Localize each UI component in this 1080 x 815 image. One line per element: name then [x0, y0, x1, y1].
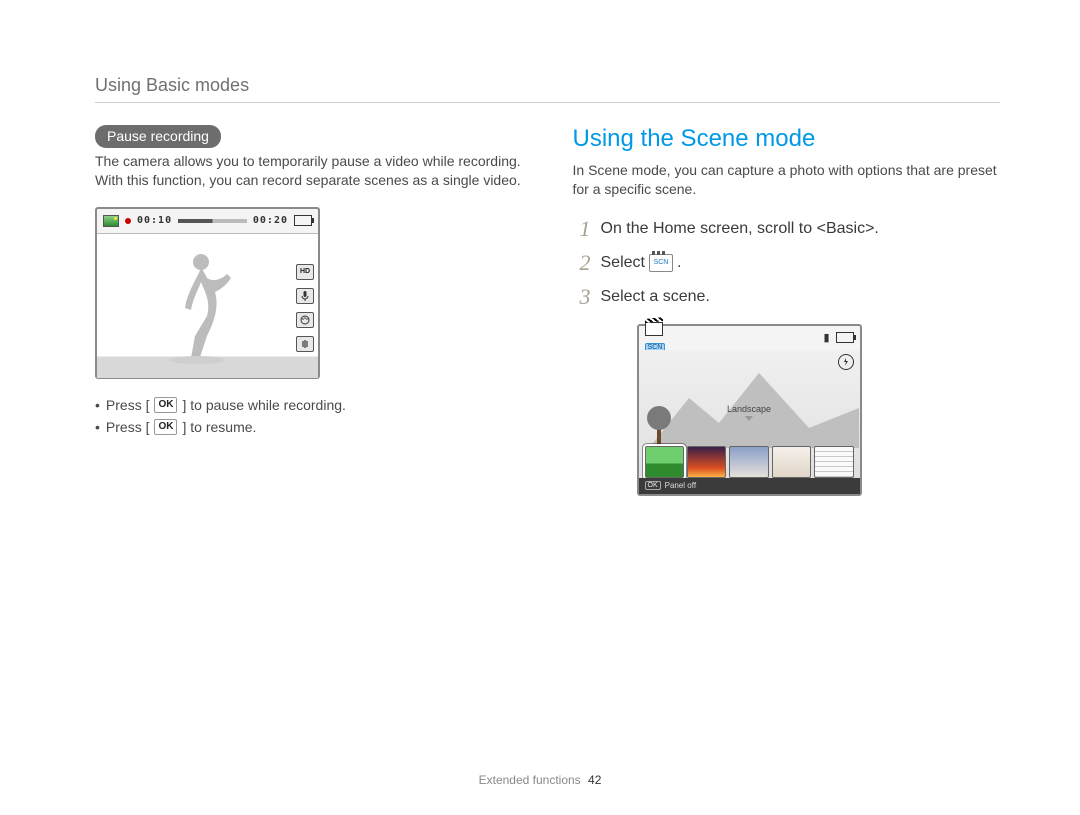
step-number: 3	[573, 284, 591, 310]
step-text: Select SCN .	[601, 254, 682, 272]
footer-section: Extended functions	[479, 773, 581, 787]
section-rubric: Using Basic modes	[95, 75, 1000, 96]
battery-icon	[294, 215, 312, 226]
step-text-pre: Select	[601, 254, 645, 272]
sound-off-icon: ▮	[823, 331, 829, 344]
bullet-text-post: ] to pause while recording.	[182, 397, 345, 413]
hd-icon: HD	[296, 264, 314, 280]
step-bold: <Basic>	[817, 220, 875, 237]
clapper-icon	[645, 322, 663, 336]
step-3: 3 Select a scene.	[573, 284, 1001, 310]
total-time: 00:20	[253, 215, 288, 226]
scene-mode-heading: Using the Scene mode	[573, 125, 1001, 153]
right-column: Using the Scene mode In Scene mode, you …	[573, 125, 1001, 496]
manual-page: Using Basic modes Pause recording The ca…	[0, 0, 1080, 815]
ok-hint-icon: OK	[645, 481, 661, 490]
thumb-sunset[interactable]	[687, 446, 726, 478]
step-text-post: .	[677, 254, 681, 272]
thumb-backlight[interactable]	[772, 446, 811, 478]
lcd-side-icons: HD	[296, 264, 314, 352]
step-2: 2 Select SCN .	[573, 250, 1001, 276]
lcd-preview-area: HD	[97, 233, 318, 378]
progress-bar	[178, 219, 247, 223]
lcd-preview-area: Landscape	[639, 350, 860, 478]
thumb-dawn[interactable]	[729, 446, 768, 478]
lcd-bottom-bar: OK Panel off	[639, 478, 860, 494]
page-footer: Extended functions 42	[0, 773, 1080, 787]
mic-icon	[296, 288, 314, 304]
pause-recording-description: The camera allows you to temporarily pau…	[95, 152, 523, 191]
bullet-text-post: ] to resume.	[182, 419, 256, 435]
recording-lcd-illustration: 00:10 00:20 HD	[95, 207, 320, 379]
bullet-text-pre: Press [	[95, 419, 149, 435]
scene-mode-steps: 1 On the Home screen, scroll to <Basic>.…	[573, 216, 1001, 310]
step-text-post: .	[874, 220, 878, 237]
ok-button-icon: OK	[154, 419, 177, 435]
scene-name-label: Landscape	[727, 404, 771, 421]
instruction-bullets: Press [ OK ] to pause while recording. Pre…	[95, 397, 523, 435]
panel-off-label: Panel off	[665, 481, 696, 490]
step-text-pre: On the Home screen, scroll to	[601, 220, 817, 237]
step-1: 1 On the Home screen, scroll to <Basic>.	[573, 216, 1001, 242]
footer-page-number: 42	[588, 773, 601, 787]
step-number: 1	[573, 216, 591, 242]
elapsed-time: 00:10	[137, 215, 172, 226]
bullet-resume: Press [ OK ] to resume.	[95, 419, 523, 435]
battery-icon	[836, 332, 854, 343]
palette-icon	[296, 312, 314, 328]
pause-recording-pill: Pause recording	[95, 125, 221, 148]
lcd-top-bar: SCN ▮	[639, 326, 860, 350]
scene-lcd-illustration: SCN ▮	[637, 324, 862, 496]
steady-icon	[296, 336, 314, 352]
left-column: Pause recording The camera allows you to…	[95, 125, 523, 496]
step-text: On the Home screen, scroll to <Basic>.	[601, 220, 879, 238]
thumb-landscape[interactable]	[645, 446, 684, 478]
bullet-text-pre: Press [	[95, 397, 149, 413]
scene-thumbnails	[645, 446, 854, 478]
scene-mode-description: In Scene mode, you can capture a photo w…	[573, 161, 1001, 200]
record-indicator-icon	[125, 218, 131, 224]
dancer-silhouette-icon	[157, 248, 237, 368]
thumb-text[interactable]	[814, 446, 853, 478]
tree-illustration	[647, 398, 671, 448]
step-text: Select a scene.	[601, 288, 710, 306]
rubric-divider	[95, 102, 1000, 103]
ok-button-icon: OK	[154, 397, 177, 413]
video-mode-icon	[103, 215, 119, 227]
bullet-pause: Press [ OK ] to pause while recording.	[95, 397, 523, 413]
step-number: 2	[573, 250, 591, 276]
two-column-layout: Pause recording The camera allows you to…	[95, 125, 1000, 496]
lcd-top-bar: 00:10 00:20	[97, 209, 318, 233]
scn-mode-icon: SCN	[649, 254, 673, 272]
